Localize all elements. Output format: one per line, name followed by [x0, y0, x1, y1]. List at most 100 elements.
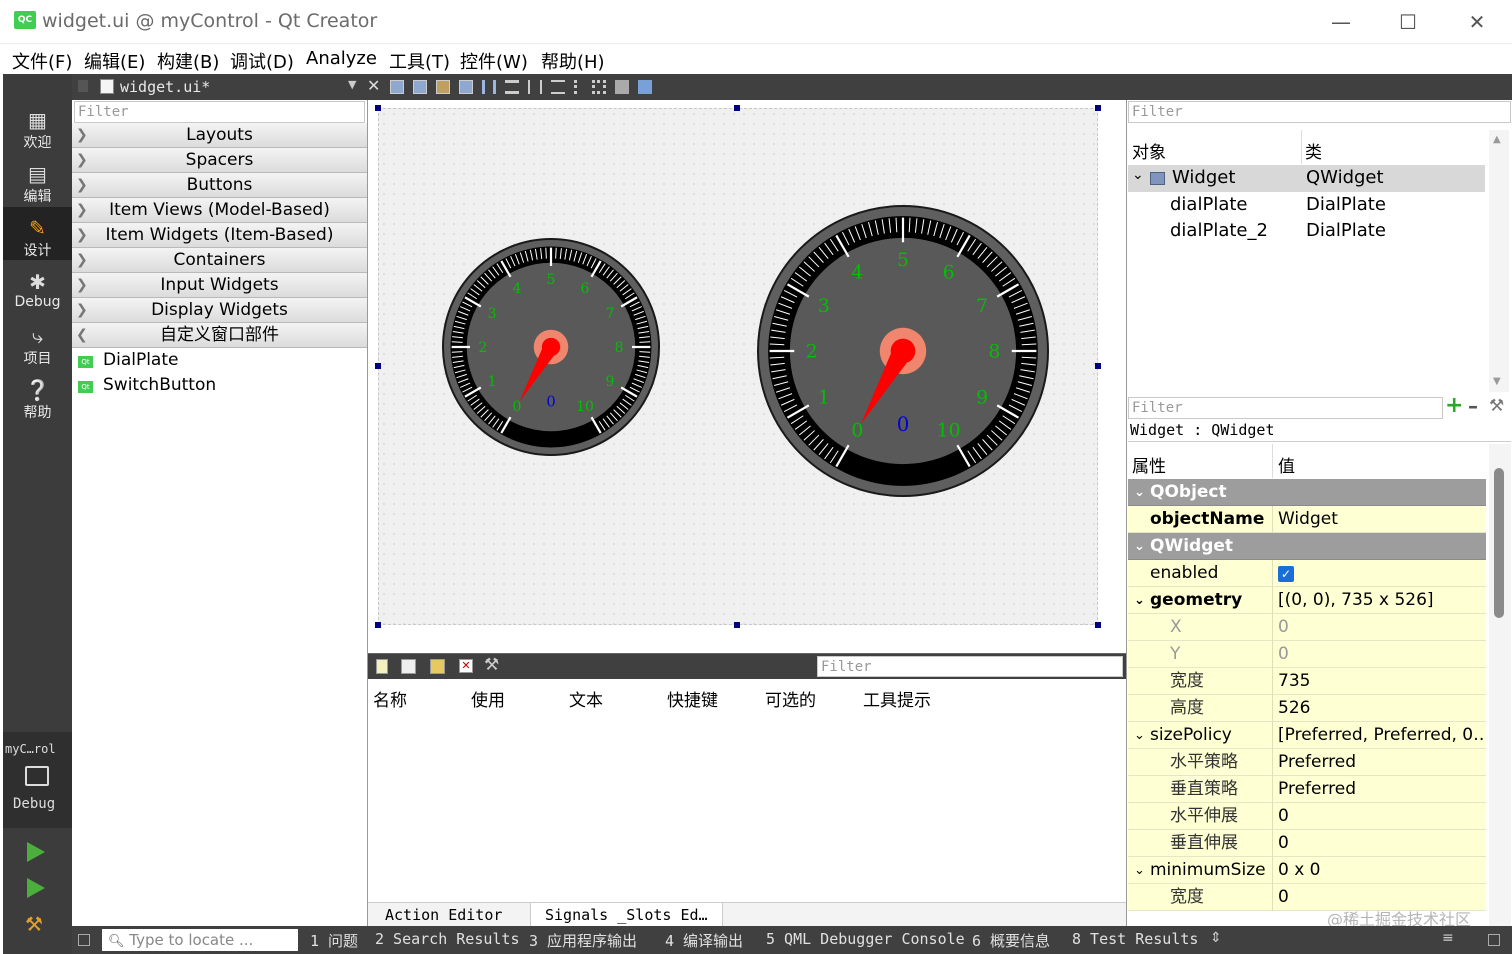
category-display-widgets[interactable]: ❯ Display Widgets: [72, 298, 367, 323]
selection-handle[interactable]: [1095, 363, 1101, 369]
pane-compile-output[interactable]: 4 编译输出: [665, 930, 743, 951]
layout-form-icon[interactable]: [574, 80, 582, 94]
property-scrollbar[interactable]: [1489, 444, 1511, 926]
column-header-object[interactable]: 对象: [1132, 138, 1166, 163]
mode-debug[interactable]: ✱ Debug: [3, 268, 72, 321]
pane-general-messages[interactable]: 6 概要信息: [972, 930, 1050, 951]
category-custom-widgets[interactable]: ❮ 自定义窗口部件: [72, 323, 367, 348]
prop-value[interactable]: 735: [1278, 668, 1486, 695]
open-document-name[interactable]: widget.ui*: [120, 78, 210, 96]
prop-value[interactable]: Widget: [1278, 506, 1486, 533]
prop-value[interactable]: Preferred: [1278, 776, 1486, 803]
prop-value[interactable]: 0 x 0: [1278, 857, 1486, 884]
dial-plates[interactable]: 01234567891000123456789100: [379, 109, 1099, 626]
maximize-button[interactable]: ☐: [1385, 6, 1431, 38]
configure-icon[interactable]: ⚒: [1489, 396, 1504, 416]
category-input-widgets[interactable]: ❯ Input Widgets: [72, 273, 367, 298]
layout-grid-icon[interactable]: [592, 80, 606, 94]
break-layout-icon[interactable]: [615, 80, 629, 94]
debug-run-icon[interactable]: [27, 878, 45, 898]
selection-handle[interactable]: [1095, 105, 1101, 111]
menu-debug[interactable]: 调试(D): [230, 48, 294, 74]
close-button[interactable]: ✕: [1454, 6, 1500, 38]
mode-design[interactable]: ✎ 设计: [3, 207, 72, 260]
remove-property-icon[interactable]: –: [1468, 394, 1478, 418]
close-document-icon[interactable]: ✕: [367, 76, 380, 95]
prop-horizontal-stretch[interactable]: 水平伸展 0: [1128, 803, 1486, 830]
selection-handle[interactable]: [375, 622, 381, 628]
form-widget[interactable]: 0 1 2 3 4 5 6 7 8 9 10 0 0 1 2 3 4 5 6 7 8 9 10 0: [378, 108, 1098, 625]
column-header-class[interactable]: 类: [1305, 138, 1322, 163]
layout-horizontal-icon[interactable]: [482, 80, 496, 94]
copy-action-icon[interactable]: [401, 659, 416, 674]
prop-value[interactable]: [(0, 0), 735 x 526]: [1278, 587, 1486, 614]
add-property-icon[interactable]: +: [1445, 393, 1463, 418]
prop-geometry-width[interactable]: 宽度 735: [1128, 668, 1486, 695]
property-filter-input[interactable]: Filter: [1128, 397, 1443, 419]
prop-value[interactable]: 0: [1278, 803, 1486, 830]
minimize-button[interactable]: —: [1318, 6, 1364, 38]
scroll-up-icon[interactable]: ▲: [1493, 134, 1501, 145]
scroll-down-icon[interactable]: ▼: [1493, 376, 1501, 387]
selection-handle[interactable]: [1095, 622, 1101, 628]
tab-signals-slots-editor[interactable]: Signals _Slots Ed…: [530, 903, 723, 928]
category-spacers[interactable]: ❯ Spacers: [72, 148, 367, 173]
edit-signals-icon[interactable]: [413, 80, 427, 94]
column-header-property[interactable]: 属性: [1132, 452, 1166, 477]
column-header-checkable[interactable]: 可选的: [765, 686, 816, 711]
prop-enabled[interactable]: enabled ✓: [1128, 560, 1486, 587]
menu-analyze[interactable]: Analyze: [306, 48, 377, 69]
prop-group-qobject[interactable]: ⌄ QObject: [1128, 479, 1486, 506]
column-header-name[interactable]: 名称: [373, 686, 407, 711]
prop-sizepolicy[interactable]: ⌄ sizePolicy [Preferred, Preferred, 0…: [1128, 722, 1486, 749]
paste-action-icon[interactable]: [430, 659, 445, 674]
pane-application-output[interactable]: 3 应用程序输出: [529, 930, 637, 951]
edit-widgets-icon[interactable]: [390, 80, 404, 94]
configure-icon[interactable]: ⚒: [484, 655, 499, 675]
pane-qml-debugger-console[interactable]: 5 QML Debugger Console: [766, 930, 965, 948]
prop-value[interactable]: Preferred: [1278, 749, 1486, 776]
enabled-checkbox[interactable]: ✓: [1278, 566, 1294, 582]
prop-value[interactable]: 0: [1278, 830, 1486, 857]
mode-projects[interactable]: ⤷ 项目: [3, 322, 72, 375]
column-header-tooltip[interactable]: 工具提示: [863, 686, 931, 711]
layout-splitter-h-icon[interactable]: [528, 80, 542, 94]
toggle-sidebar-icon[interactable]: [78, 934, 90, 946]
pane-issues[interactable]: 1 问题: [310, 930, 358, 951]
selection-handle[interactable]: [375, 363, 381, 369]
selection-handle[interactable]: [375, 105, 381, 111]
menu-build[interactable]: 构建(B): [157, 48, 219, 74]
layout-splitter-v-icon[interactable]: [551, 80, 565, 94]
prop-value[interactable]: 0: [1278, 641, 1486, 668]
mode-help[interactable]: ❔ 帮助: [3, 376, 72, 429]
menu-tools[interactable]: 工具(T): [389, 48, 450, 74]
locator-input[interactable]: 🔍︎ Type to locate ...: [102, 929, 298, 951]
delete-action-icon[interactable]: ✕: [459, 659, 473, 673]
prop-horizontal-policy[interactable]: 水平策略 Preferred: [1128, 749, 1486, 776]
category-containers[interactable]: ❯ Containers: [72, 248, 367, 273]
prop-value[interactable]: 526: [1278, 695, 1486, 722]
run-icon[interactable]: [27, 842, 45, 862]
column-header-shortcut[interactable]: 快捷键: [667, 686, 718, 711]
category-item-views[interactable]: ❯ Item Views (Model-Based): [72, 198, 367, 223]
column-header-text[interactable]: 文本: [569, 686, 603, 711]
object-scrollbar[interactable]: ▲ ▼: [1489, 130, 1509, 392]
menu-help[interactable]: 帮助(H): [541, 48, 605, 74]
category-layouts[interactable]: ❯ Layouts: [72, 123, 367, 148]
column-header-used[interactable]: 使用: [471, 686, 505, 711]
pane-menu-icon[interactable]: ⇕: [1210, 930, 1222, 946]
category-buttons[interactable]: ❯ Buttons: [72, 173, 367, 198]
prop-geometry-height[interactable]: 高度 526: [1128, 695, 1486, 722]
prop-geometry-y[interactable]: Y0: [1128, 641, 1486, 668]
mode-edit[interactable]: ▤ 编辑: [3, 160, 72, 213]
progress-details-icon[interactable]: ≡: [1442, 930, 1454, 946]
widget-item-switchbutton[interactable]: Qt SwitchButton: [72, 373, 367, 398]
object-filter-input[interactable]: Filter: [1128, 101, 1511, 123]
pane-test-results[interactable]: 8 Test Results: [1072, 930, 1198, 948]
selection-handle[interactable]: [734, 622, 740, 628]
widget-item-dialplate[interactable]: Qt DialPlate: [72, 348, 367, 373]
object-row-dialplate-2[interactable]: dialPlate_2 DialPlate: [1128, 218, 1485, 244]
scrollbar-thumb[interactable]: [1494, 468, 1504, 618]
layout-vertical-icon[interactable]: [505, 80, 519, 94]
mode-welcome[interactable]: ▦ 欢迎: [3, 106, 72, 159]
